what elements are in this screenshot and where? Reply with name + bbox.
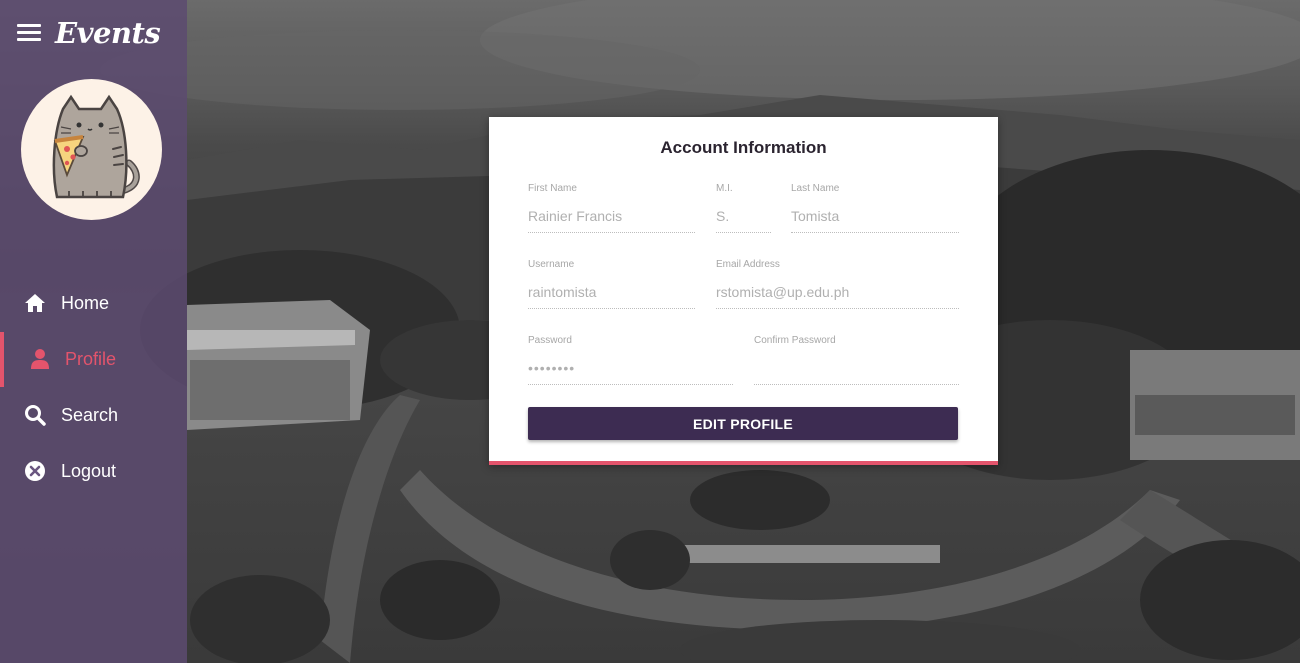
sidebar-item-profile[interactable]: Profile xyxy=(0,331,187,387)
first-name-label: First Name xyxy=(528,183,577,194)
avatar xyxy=(21,79,162,220)
sidebar-item-logout[interactable]: Logout xyxy=(0,443,187,499)
hamburger-menu-icon[interactable] xyxy=(17,24,41,44)
middle-initial-label: M.I. xyxy=(716,183,733,194)
account-info-card: Account Information First Name M.I. Last… xyxy=(489,117,998,465)
sidebar-item-search[interactable]: Search xyxy=(0,387,187,443)
password-field: Password xyxy=(528,335,733,385)
sidebar: Events Home Profile Search Logout xyxy=(0,0,187,663)
sidebar-item-label: Home xyxy=(61,292,110,313)
email-label: Email Address xyxy=(716,259,780,270)
email-field: Email Address xyxy=(716,259,959,309)
confirm-password-label: Confirm Password xyxy=(754,335,836,346)
last-name-field: Last Name xyxy=(791,183,959,233)
username-label: Username xyxy=(528,259,575,270)
sidebar-item-label: Profile xyxy=(65,348,117,369)
app-title: Events xyxy=(55,16,161,50)
user-icon xyxy=(29,348,51,370)
last-name-input[interactable] xyxy=(791,201,959,233)
sidebar-header: Events xyxy=(0,0,187,70)
sidebar-item-label: Search xyxy=(61,404,119,425)
confirm-password-field: Confirm Password xyxy=(754,335,959,385)
card-title: Account Information xyxy=(660,138,827,157)
cat-eating-pizza-avatar xyxy=(52,94,140,199)
email-input[interactable] xyxy=(716,277,959,309)
first-name-input[interactable] xyxy=(528,201,695,233)
sidebar-item-home[interactable]: Home xyxy=(0,275,187,331)
edit-profile-button[interactable]: EDIT PROFILE xyxy=(528,407,958,440)
search-icon xyxy=(24,404,46,426)
password-input[interactable] xyxy=(528,353,733,385)
close-circle-icon xyxy=(24,460,46,482)
sidebar-nav: Home Profile Search Logout xyxy=(0,275,187,499)
username-field: Username xyxy=(528,259,695,309)
middle-initial-input[interactable] xyxy=(716,201,771,233)
first-name-field: First Name xyxy=(528,183,695,233)
confirm-password-input[interactable] xyxy=(754,353,959,385)
sidebar-item-label: Logout xyxy=(61,460,117,481)
last-name-label: Last Name xyxy=(791,183,840,194)
password-label: Password xyxy=(528,335,572,346)
username-input[interactable] xyxy=(528,277,695,309)
middle-initial-field: M.I. xyxy=(716,183,771,233)
home-icon xyxy=(24,292,46,314)
